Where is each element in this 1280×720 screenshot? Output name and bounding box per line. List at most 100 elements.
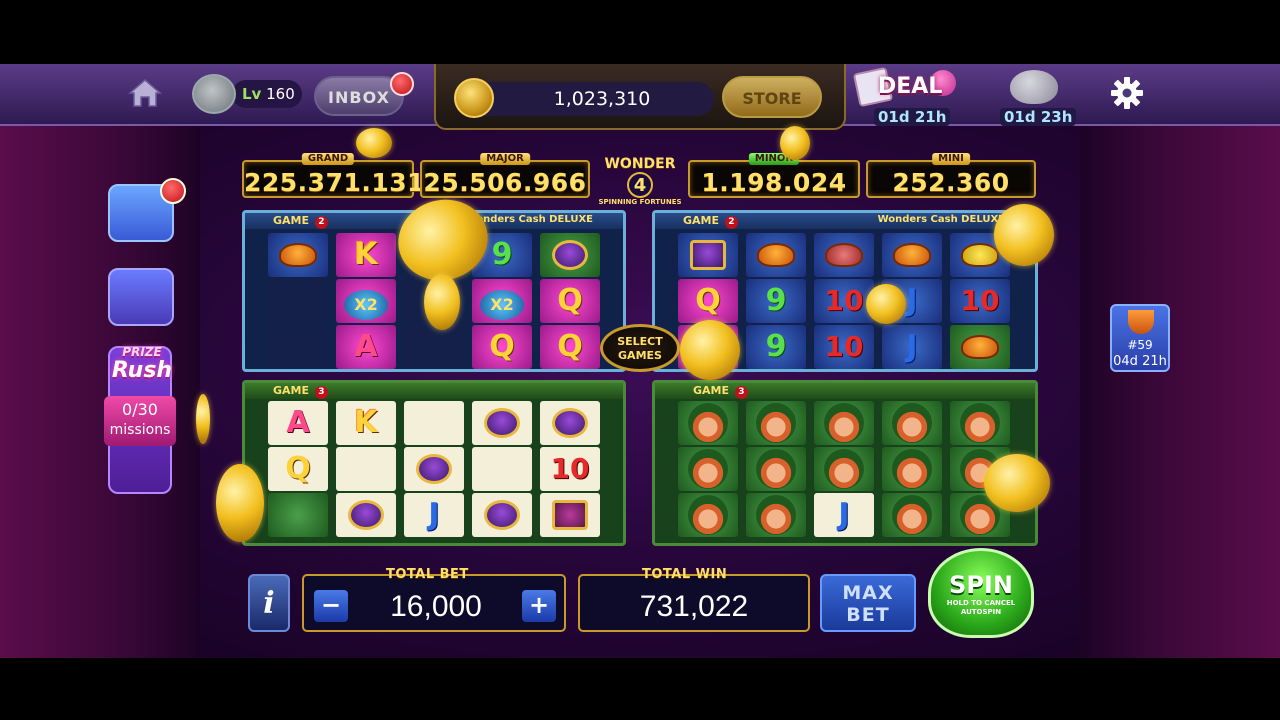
tournament-trophy-button[interactable]: #59 04d 21h	[1110, 304, 1170, 372]
total-win-panel: TOTAL WIN 731,022	[578, 567, 810, 632]
game-label: GAME 3	[273, 384, 328, 399]
top-bar: Lv 160 INBOX 1,023,310 STORE DEAL 01d 21…	[0, 64, 1280, 130]
store-button[interactable]: STORE	[722, 76, 822, 118]
reel	[267, 233, 329, 369]
reel: J	[813, 401, 875, 541]
game-panel-bottom-left[interactable]: GAME 3 A Q K J 10	[242, 380, 626, 546]
deal-label: DEAL	[878, 74, 943, 99]
leprechaun-symbol	[678, 493, 738, 537]
casino-background: Lv 160 INBOX 1,023,310 STORE DEAL 01d 21…	[0, 64, 1280, 658]
treasure-chest-button[interactable]	[108, 268, 174, 326]
info-button[interactable]: i	[248, 574, 290, 632]
ace-symbol: A	[336, 325, 396, 369]
crab-symbol	[950, 325, 1010, 369]
pot-of-gold-symbol	[404, 447, 464, 491]
jackpot-minor: MINOR 1.198.024	[688, 153, 860, 198]
leprechaun-symbol	[882, 401, 942, 445]
shell-symbol	[814, 233, 874, 277]
queen-symbol: Q	[540, 279, 600, 323]
prize-rush-title: PRIZE Rush	[111, 345, 173, 383]
ten-symbol: 10	[540, 447, 600, 491]
missions-progress[interactable]: 0/30 missions	[104, 396, 176, 446]
total-bet-panel: TOTAL BET − 16,000 +	[302, 567, 566, 632]
coin-icon	[780, 126, 810, 160]
game-label: GAME 2	[683, 214, 738, 229]
avatar[interactable]	[192, 74, 236, 114]
jackpot-major: MAJOR 25.506.966	[420, 153, 590, 198]
nine-symbol: 9	[746, 325, 806, 369]
leprechaun-symbol	[678, 447, 738, 491]
crab-symbol	[882, 233, 942, 277]
reel: 9 9	[745, 233, 807, 369]
gear-icon[interactable]	[1110, 76, 1144, 110]
pot-of-gold-symbol	[472, 493, 532, 537]
select-games-button[interactable]: SELECT GAMES	[600, 324, 680, 372]
tournament-rank: #59	[1127, 338, 1153, 352]
crab-symbol	[268, 233, 328, 277]
notification-dot-icon	[390, 72, 414, 96]
game-title: Wonders Cash DELUXE	[877, 214, 1005, 225]
leprechaun-symbol	[814, 447, 874, 491]
multiplier-symbol: X2	[472, 279, 532, 323]
king-symbol: K	[336, 401, 396, 445]
reel: J	[403, 401, 465, 541]
pot-of-gold-symbol	[540, 401, 600, 445]
game-label: GAME 3	[693, 384, 748, 399]
home-icon[interactable]	[128, 78, 162, 108]
slot-machine: GRAND 225.371.131 MAJOR 25.506.966 WONDE…	[238, 153, 1042, 548]
reel	[677, 401, 739, 541]
jackpot-grand: GRAND 225.371.131	[242, 153, 426, 198]
jack-symbol: J	[814, 493, 874, 537]
decrease-bet-button[interactable]: −	[314, 590, 348, 622]
reel: A Q	[267, 401, 329, 541]
pot-of-gold-symbol	[336, 493, 396, 537]
king-symbol: K	[336, 233, 396, 277]
coin-icon	[454, 78, 494, 118]
level-indicator: Lv 160	[232, 80, 302, 108]
wonder-4-logo: WONDER 4 SPINNING FORTUNES	[598, 156, 682, 206]
coin-icon	[196, 394, 210, 444]
game-panel-bottom-right[interactable]: GAME 3 J	[652, 380, 1038, 546]
total-win-label: TOTAL WIN	[642, 567, 728, 582]
jackpot-mini: MINI 252.360	[866, 153, 1036, 198]
pot-of-gold-symbol	[472, 401, 532, 445]
coin-icon	[216, 464, 264, 542]
total-bet-value: 16,000	[390, 590, 482, 623]
increase-bet-button[interactable]: +	[522, 590, 556, 622]
queen-symbol: Q	[540, 325, 600, 369]
coin-icon	[984, 454, 1050, 512]
game-label: GAME 2	[273, 214, 328, 229]
reel	[471, 401, 533, 541]
deal-timer: 01d 21h	[874, 108, 951, 126]
leprechaun-symbol	[678, 401, 738, 445]
coin-icon	[356, 128, 392, 158]
tournament-timer: 04d 21h	[1113, 354, 1167, 369]
leprechaun-symbol	[746, 447, 806, 491]
ten-symbol: 10	[814, 325, 874, 369]
piggy-bank-icon[interactable]	[1010, 70, 1058, 104]
notification-dot-icon	[160, 178, 186, 204]
max-bet-button[interactable]: MAX BET	[820, 574, 916, 632]
multiplier-symbol: X2	[336, 279, 396, 323]
coin-balance: 1,023,310	[470, 82, 714, 116]
crab-symbol	[746, 233, 806, 277]
spin-button[interactable]: SPIN HOLD TO CANCEL AUTOSPIN	[928, 548, 1034, 638]
reel	[881, 401, 943, 541]
jack-symbol: J	[882, 325, 942, 369]
coin-icon	[994, 204, 1054, 266]
reel: 10	[539, 401, 601, 541]
leprechaun-symbol	[882, 447, 942, 491]
nine-symbol: 9	[746, 279, 806, 323]
leprechaun-symbol	[746, 401, 806, 445]
trophy-icon	[1128, 310, 1154, 334]
reel: K X2 A	[335, 233, 397, 369]
queen-symbol: Q	[268, 447, 328, 491]
ace-symbol: A	[268, 401, 328, 445]
piggy-timer: 01d 23h	[1000, 108, 1077, 126]
leprechaun-symbol	[882, 493, 942, 537]
wild-symbol	[268, 493, 328, 537]
total-win-value: 731,022	[639, 590, 749, 623]
reel: Q Q	[539, 233, 601, 369]
ten-symbol: 10	[950, 279, 1010, 323]
deal-button[interactable]: DEAL	[852, 66, 956, 108]
